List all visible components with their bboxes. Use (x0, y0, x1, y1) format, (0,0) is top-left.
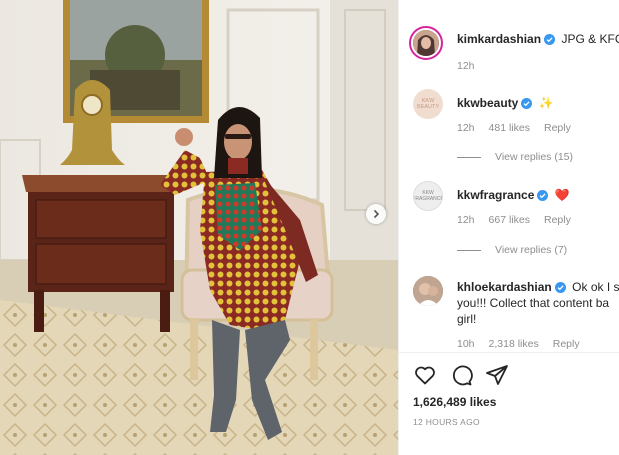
verified-badge-icon (521, 98, 533, 109)
comment-username[interactable]: kkwfragrance (457, 188, 534, 202)
comment-text: ❤️ (554, 188, 570, 202)
reply-button[interactable]: Reply (544, 122, 571, 134)
comment-meta: 10h 2,318 likes Reply (457, 338, 594, 350)
action-bar (413, 363, 509, 387)
author-avatar-image (413, 30, 439, 56)
caption-username[interactable]: kimkardashian (457, 32, 541, 46)
view-replies-label: View replies (7) (495, 244, 568, 256)
heart-icon[interactable] (413, 363, 437, 387)
comment-text-line3: girl! (457, 312, 477, 326)
verified-badge-icon (544, 34, 556, 45)
post-timestamp: 12 HOURS AGO (413, 417, 480, 427)
reply-button[interactable]: Reply (544, 214, 571, 226)
commenter-avatar-image (413, 276, 443, 306)
avatar-logo-text: KKW BEAUTY (416, 98, 439, 110)
comments-panel: kimkardashian JPG & KFC 12h KKW BEAUTY k… (398, 0, 619, 455)
chevron-right-icon (373, 209, 380, 219)
reply-button[interactable]: Reply (553, 338, 580, 350)
comment-time: 12h (457, 214, 475, 226)
comment-likes[interactable]: 667 likes (489, 214, 530, 226)
likes-count[interactable]: 1,626,489 likes (413, 395, 496, 409)
comment-meta: 12h 481 likes Reply (457, 122, 585, 134)
view-replies-button[interactable]: View replies (15) (457, 151, 573, 163)
caption-time: 12h (457, 60, 475, 72)
commenter-avatar[interactable] (413, 276, 443, 306)
comment-text: ✨ (538, 96, 554, 110)
comment-text-line1: Ok ok I se (572, 280, 619, 294)
divider-line (457, 156, 481, 158)
post-image (0, 0, 398, 455)
avatar-logo-text: KKW FRAGRANCE (413, 190, 443, 202)
comment-likes[interactable]: 481 likes (489, 122, 530, 134)
post-footer: 1,626,489 likes 12 HOURS AGO (399, 352, 619, 455)
comment-time: 12h (457, 122, 475, 134)
comment-text-line2: you!!! Collect that content ba (457, 296, 610, 310)
comment-meta: 12h 667 likes Reply (457, 214, 585, 226)
post-photo[interactable] (0, 0, 398, 455)
commenter-avatar[interactable]: KKW FRAGRANCE (413, 181, 443, 211)
comment-icon[interactable] (449, 363, 473, 387)
comment-time: 10h (457, 338, 475, 350)
caption-text: JPG & KFC (561, 32, 619, 46)
view-replies-button[interactable]: View replies (7) (457, 244, 567, 256)
verified-badge-icon (554, 282, 566, 293)
verified-badge-icon (537, 190, 549, 201)
commenter-avatar[interactable]: KKW BEAUTY (413, 89, 443, 119)
author-avatar[interactable] (409, 26, 443, 60)
comment-username[interactable]: kkwbeauty (457, 96, 518, 110)
comment-likes[interactable]: 2,318 likes (489, 338, 539, 350)
divider-line (457, 249, 481, 251)
next-photo-button[interactable] (366, 204, 386, 224)
comment-username[interactable]: khloekardashian (457, 280, 552, 294)
view-replies-label: View replies (15) (495, 151, 574, 163)
paper-plane-icon[interactable] (485, 363, 509, 387)
